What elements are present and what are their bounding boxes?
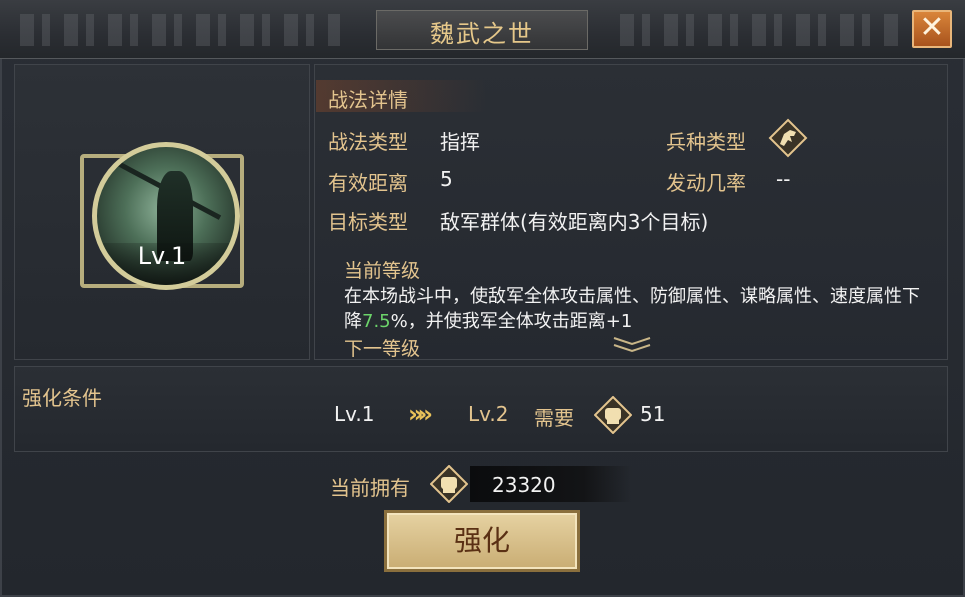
description-text-2: %，并使我军全体攻击距离+1 — [390, 311, 633, 332]
from-level: Lv.1 — [334, 402, 375, 426]
skill-description: 在本场战斗中，使敌军全体攻击属性、防御属性、谋略属性、速度属性下降7.5%，并使… — [344, 284, 924, 334]
trigger-chance-value: -- — [776, 167, 791, 191]
fist-token-icon — [594, 396, 632, 434]
description-highlight-value: 7.5 — [362, 311, 391, 332]
troop-type-label: 兵种类型 — [666, 130, 746, 154]
skill-level-label: Lv.1 — [137, 242, 187, 270]
trigger-chance-label: 发动几率 — [666, 171, 746, 195]
enhance-button[interactable]: 强化 — [384, 510, 580, 572]
owned-amount: 23320 — [492, 473, 556, 497]
scroll-down-icon[interactable] — [612, 334, 652, 354]
close-button[interactable]: ✕ — [912, 10, 952, 48]
target-type-label: 目标类型 — [328, 210, 408, 234]
fist-token-icon — [430, 465, 468, 503]
skill-type-label: 战法类型 — [328, 130, 408, 154]
next-level-label: 下一等级 — [344, 338, 421, 360]
close-icon: ✕ — [919, 10, 945, 45]
dialog-title: 魏武之世 — [430, 20, 534, 48]
title-ornament-left — [20, 14, 340, 46]
requirement-label: 需要 — [534, 406, 574, 430]
owned-label: 当前拥有 — [330, 476, 410, 500]
current-level-label: 当前等级 — [344, 260, 421, 282]
range-label: 有效距离 — [328, 171, 408, 195]
skill-type-value: 指挥 — [440, 130, 480, 154]
detail-header: 战法详情 — [328, 88, 408, 112]
title-ornament-right — [620, 14, 900, 46]
target-type-value: 敌军群体(有效距离内3个目标) — [440, 210, 709, 234]
cavalry-horse-icon[interactable] — [768, 118, 808, 158]
range-value: 5 — [440, 167, 453, 191]
enhance-conditions-label: 强化条件 — [22, 386, 102, 410]
required-amount: 51 — [640, 402, 666, 426]
to-level: Lv.2 — [468, 402, 509, 426]
level-up-arrows-icon: »» — [408, 400, 433, 428]
